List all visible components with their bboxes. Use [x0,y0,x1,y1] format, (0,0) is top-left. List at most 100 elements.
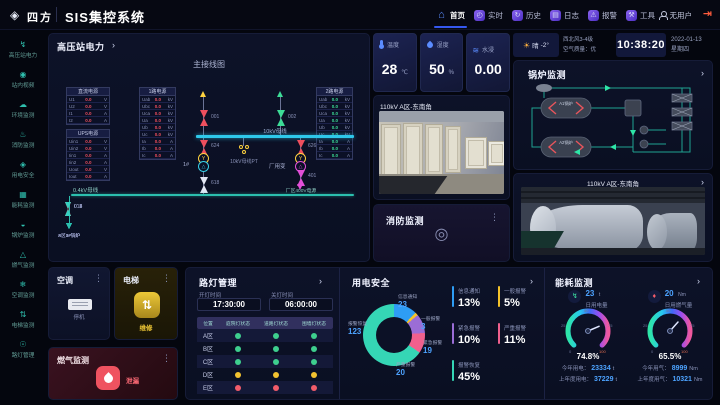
svg-text:0: 0 [651,349,654,354]
sidebar-item-label: 环境监测 [12,110,35,119]
logout-icon[interactable]: ⇥ [703,9,712,20]
alarm-legend: 信息通知13% 紧急报警10% 报警恢复45% 一般报警5% 严重报警11% [452,286,544,397]
meter-row: U10.0V [67,96,109,103]
feeder-breaker[interactable] [65,202,72,216]
camera-feed[interactable] [521,187,705,255]
breaker-label: 401 [308,173,316,179]
svg-text:75: 75 [608,323,613,328]
date-text: 2022-01-13 [671,35,702,45]
donut-callout: 一般报警3 [421,315,440,331]
arrow-up-icon [200,91,206,97]
donut-callout: 严重报警20 [396,361,415,377]
sidebar-item[interactable]: ▦ 能耗监测 [0,185,46,215]
table-row: D区 [197,368,333,381]
bus-04kv-label: 0.4kV母线 [73,186,98,194]
arrow-up-icon [277,91,283,97]
weather-detail: 西北风3-4级 空气质量：优 [563,35,596,55]
sidebar-item[interactable]: △ 燃气监测 [0,245,46,275]
breaker-618[interactable] [200,177,208,193]
user-menu[interactable]: 无用户 [659,0,693,30]
switchgear-cabinet [381,124,401,178]
camera-feed[interactable] [379,111,504,194]
env-card-value: 50 % [421,61,463,77]
sidebar-item[interactable]: ❄ 空调监测 [0,275,46,305]
line2-power-table: 2路电源 Uab0.0kVUbc0.0kVUca0.0kVUa0.0kVUb0.… [316,87,353,160]
alarm-icon: ⚠ [588,10,599,21]
chevron-right-icon[interactable]: › [697,277,700,286]
nav-item[interactable]: ↻ 历史 [512,0,541,30]
sidebar-item[interactable]: ◉ 站内视频 [0,65,46,95]
meter-row: Ubc0.0kV [140,103,175,110]
sifang-logo-icon: ◈ [10,8,19,22]
chevron-right-icon[interactable]: › [112,41,115,50]
date-display: 2022-01-13 星期四 [671,35,702,55]
sidebar-item-label: 燃气监测 [12,260,35,269]
alarm-donut-chart [363,304,425,366]
gas-status-badge: 泄漏 [126,375,139,385]
chevron-right-icon[interactable]: › [701,178,704,187]
panel-title: 消防监测 [386,214,424,227]
kebab-menu-icon[interactable]: ⋮ [162,354,171,363]
kebab-menu-icon[interactable]: ⋮ [490,213,499,222]
kebab-menu-icon[interactable]: ⋮ [94,274,103,283]
plant-400v-label: 厂区400V电源 [275,187,327,194]
breaker-001[interactable] [200,110,208,126]
status-dot [235,333,241,339]
svg-text:100: 100 [599,349,606,354]
nav-item-label: 日志 [564,10,579,21]
wind-text: 西北风3-4级 [563,35,596,45]
energy-gauge: ↯ 23 t 日用电量 0 25 50 75 100 [547,287,629,383]
chevron-right-icon[interactable]: › [319,277,322,286]
sidebar-item[interactable]: ⇅ 电梯监测 [0,305,46,335]
boiler-tank2-label: A2锅炉 [559,139,573,146]
sidebar-item[interactable]: ◈ 用电安全 [0,155,46,185]
elevator-icon [134,292,160,318]
chevron-right-icon[interactable]: › [701,69,704,78]
breaker-label: 001 [211,114,219,120]
env-card-label: 温度 [387,40,399,49]
switchgear-cabinet [488,141,504,166]
sidebar-item[interactable]: ♨ 消防监测 [0,125,46,155]
sidebar-item[interactable]: ◒ 锅炉监测 [0,215,46,245]
svg-text:50: 50 [584,308,589,313]
hvac-icon: ❄ [20,281,27,289]
meter-row: I20.0A [67,117,109,124]
divider [56,8,57,22]
meter-row: I10.0A [67,110,109,117]
svg-text:25: 25 [561,323,566,328]
meter-row: Iin20.0A [67,159,109,166]
breaker-002[interactable] [277,110,285,126]
status-dot [235,359,241,365]
nav-item[interactable]: ⚠ 报警 [588,0,617,30]
meter-row: Uab0.0kV [317,96,352,103]
status-dot [273,333,279,339]
nav-item[interactable]: ⚒ 工具 [626,0,655,30]
status-dot [273,385,279,391]
station-video-icon: ◉ [20,71,27,79]
camera-title: 110kV A区-东南角 [380,101,432,111]
svg-text:50: 50 [666,308,671,313]
meter-row: Ua0.0kV [140,117,175,124]
nav-item[interactable]: ◴ 实时 [474,0,503,30]
elevator-icon: ⇅ [20,311,27,319]
nav-item[interactable]: ▤ 日志 [550,0,579,30]
sidebar-item-label: 高压站电力 [9,50,38,59]
kebab-menu-icon[interactable]: ⋮ [162,274,171,283]
table-row: E区 [197,381,333,394]
meter-row: Ib0.0A [317,145,352,152]
status-dot [235,385,241,391]
status-dot [273,359,279,365]
on-time-input[interactable]: 17:30:00 [197,298,261,311]
status-dot [235,372,241,378]
chevron-right-icon[interactable]: › [530,277,533,286]
dome-camera-icon: ◎ [374,227,509,243]
sidebar-item[interactable]: ↯ 高压站电力 [0,35,46,65]
bus-pt-label: 10kV母线PT [217,158,271,165]
sidebar-item-label: 能耗监测 [12,200,35,209]
electricity-icon: ↯ [568,290,581,303]
off-time-input[interactable]: 06:00:00 [269,298,333,311]
sidebar-item[interactable]: ☁ 环境监测 [0,95,46,125]
sidebar-item[interactable]: ☉ 路灯管理 [0,335,46,365]
gauge-percent: 74.8% [577,352,600,361]
nav-item[interactable]: ⌂ 首页 [436,0,465,30]
